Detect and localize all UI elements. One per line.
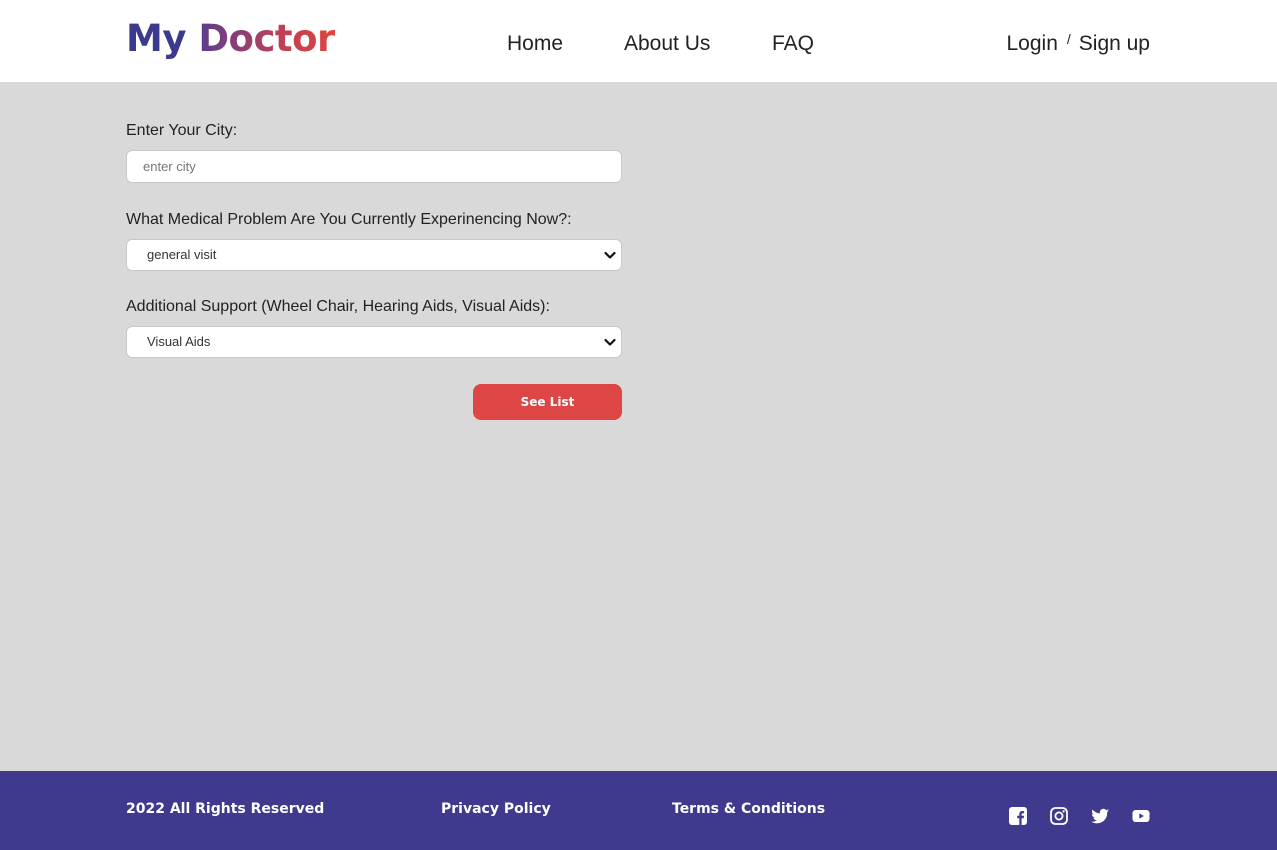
logo-word-my: My xyxy=(126,17,186,60)
youtube-icon[interactable] xyxy=(1131,806,1151,826)
medical-problem-label: What Medical Problem Are You Currently E… xyxy=(126,211,572,228)
doctor-search-form: Enter Your City: What Medical Problem Ar… xyxy=(126,120,622,358)
terms-conditions-link[interactable]: Terms & Conditions xyxy=(672,799,825,819)
facebook-icon[interactable] xyxy=(1008,806,1028,826)
twitter-icon[interactable] xyxy=(1090,806,1110,826)
chevron-down-icon xyxy=(604,251,616,259)
logo-word-doctor: Doctor xyxy=(198,17,335,60)
instagram-icon[interactable] xyxy=(1049,806,1069,826)
chevron-down-icon xyxy=(604,338,616,346)
signup-link[interactable]: Sign up xyxy=(1079,30,1150,58)
city-label: Enter Your City: xyxy=(126,122,238,139)
nav-faq-link[interactable]: FAQ xyxy=(772,30,814,58)
logo[interactable]: My Doctor xyxy=(126,14,335,64)
site-header: My Doctor Home About Us FAQ Login / Sign… xyxy=(0,0,1277,82)
nav-home-link[interactable]: Home xyxy=(507,30,563,58)
city-input[interactable] xyxy=(126,150,622,183)
privacy-policy-link[interactable]: Privacy Policy xyxy=(441,799,551,819)
additional-support-select[interactable]: Visual Aids xyxy=(126,326,622,358)
site-footer: 2022 All Rights Reserved Privacy Policy … xyxy=(0,771,1277,850)
medical-problem-select[interactable]: general visit xyxy=(126,239,622,271)
see-list-button[interactable]: See List xyxy=(473,384,622,420)
copyright-text: 2022 All Rights Reserved xyxy=(126,801,325,817)
auth-links: Login / Sign up xyxy=(1006,30,1150,58)
nav-about-link[interactable]: About Us xyxy=(624,30,710,58)
login-link[interactable]: Login xyxy=(1006,30,1057,58)
medical-problem-selected-value: general visit xyxy=(147,247,217,262)
additional-support-selected-value: Visual Aids xyxy=(147,334,211,349)
auth-separator: / xyxy=(1066,31,1071,47)
additional-support-label: Additional Support (Wheel Chair, Hearing… xyxy=(126,298,550,315)
